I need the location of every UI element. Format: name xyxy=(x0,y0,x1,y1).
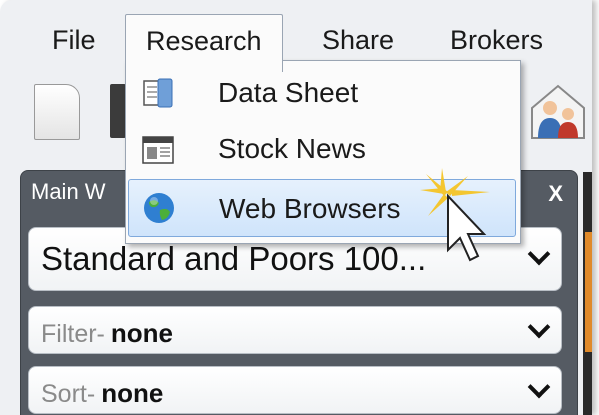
menu-item-label: Data Sheet xyxy=(218,77,359,108)
chevron-down-icon xyxy=(527,242,551,266)
brokers-people-icon[interactable] xyxy=(528,78,588,140)
menu-brokers[interactable]: Brokers xyxy=(430,24,563,56)
chevron-down-icon xyxy=(527,375,551,399)
index-select-value: Standard and Poors 100... xyxy=(41,240,427,277)
menu-research[interactable]: Research xyxy=(125,14,283,72)
data-sheet-icon xyxy=(143,78,173,108)
app-window: File Research Share Brokers Main W X Sta… xyxy=(0,0,592,415)
filter-label-group: Filter-none xyxy=(41,318,173,349)
menu-share[interactable]: Share xyxy=(302,24,414,56)
adjacent-panel-accent xyxy=(585,232,592,352)
filter-value: none xyxy=(110,318,173,348)
menu-item-data-sheet[interactable]: Data Sheet xyxy=(128,65,516,119)
mouse-cursor-icon xyxy=(420,168,490,262)
globe-icon xyxy=(144,193,174,223)
filter-label: Filter- xyxy=(41,320,105,348)
close-button[interactable]: X xyxy=(548,181,563,207)
chevron-down-icon xyxy=(527,315,551,339)
menu-item-label: Web Browsers xyxy=(219,193,401,224)
sort-select[interactable]: Sort-none xyxy=(28,366,562,414)
stock-news-icon xyxy=(142,136,174,164)
sort-label: Sort- xyxy=(41,380,96,408)
sort-label-group: Sort-none xyxy=(41,378,163,409)
sort-value: none xyxy=(101,378,164,408)
menu-item-stock-news[interactable]: Stock News xyxy=(128,121,516,175)
menu-item-label: Stock News xyxy=(218,133,366,164)
panel-title: Main W xyxy=(31,179,106,204)
adjacent-panel-edge xyxy=(583,172,592,415)
toolbar-dark-icon[interactable] xyxy=(110,84,126,138)
filter-select[interactable]: Filter-none xyxy=(28,306,562,354)
new-document-icon[interactable] xyxy=(34,84,80,140)
menu-file[interactable]: File xyxy=(32,24,116,56)
